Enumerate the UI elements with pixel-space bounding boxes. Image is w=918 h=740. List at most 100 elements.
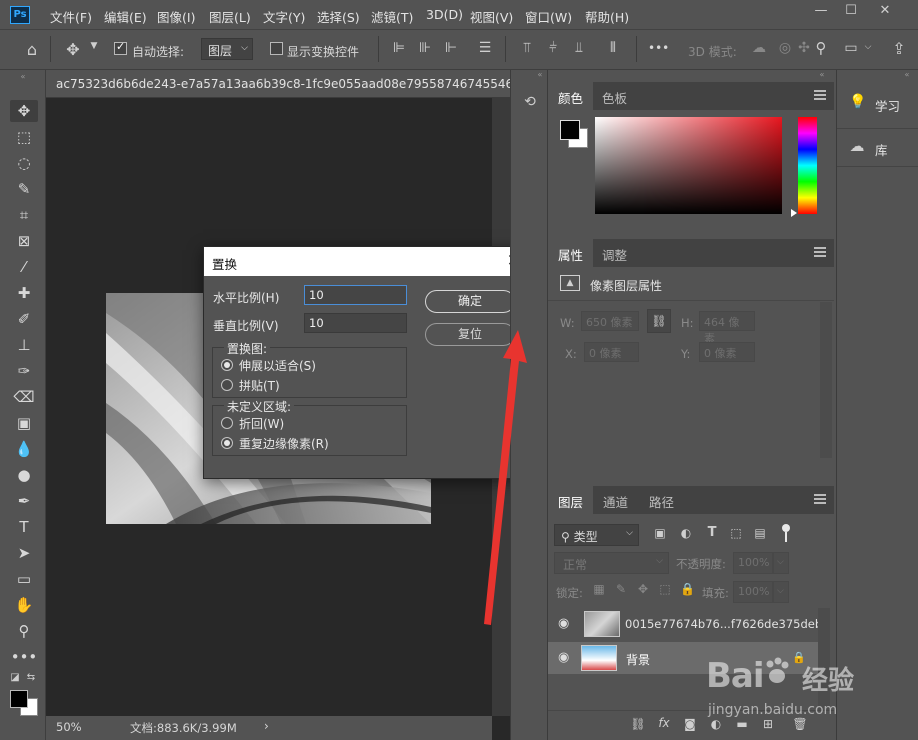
menu-help[interactable]: 帮助(H) [585,7,629,26]
foreground-color-swatch[interactable] [10,690,28,708]
distribute-vertical-icon[interactable]: ⦀ [604,40,622,56]
horizontal-scale-input[interactable]: 10 [304,285,407,305]
more-options-button[interactable]: ••• [648,41,669,55]
wrap-around-label[interactable]: 折回(W) [239,415,284,432]
hue-slider[interactable] [798,117,817,214]
hand-tool-icon[interactable]: ✋ [10,594,38,616]
tab-properties[interactable]: 属性 [548,239,594,267]
color-field[interactable] [595,117,782,214]
type-filter-icon[interactable]: T [704,525,720,540]
menu-3d[interactable]: 3D(D) [426,7,463,22]
align-center-icon[interactable]: ⊪ [416,40,434,56]
lock-all-icon[interactable]: 🔒 [680,582,695,596]
lock-artboard-icon[interactable]: ⬚ [658,582,672,596]
learn-panel-button[interactable]: 💡 学习 [837,88,918,118]
height-field[interactable]: 464 像素 [699,311,755,345]
panel-menu-icon[interactable] [814,90,826,100]
blend-mode-dropdown[interactable]: 正常 ⌵ [554,552,669,574]
x-field[interactable]: 0 像素 [584,342,639,362]
edit-toolbar-icon[interactable]: ••• [10,646,38,668]
hue-slider-handle-icon[interactable] [791,209,797,217]
healing-brush-tool-icon[interactable]: ✚ [10,282,38,304]
minimize-button[interactable]: — [808,2,834,22]
lock-pixels-icon[interactable]: ✎ [614,582,628,596]
eraser-tool-icon[interactable]: ⌫ [10,386,38,408]
move-tool-icon[interactable]: ✥ [10,100,38,122]
search-icon[interactable]: ⚲ [812,39,830,57]
smart-object-filter-icon[interactable]: ▤ [752,526,768,540]
history-brush-tool-icon[interactable]: ✑ [10,360,38,382]
tile-radio[interactable] [221,379,233,391]
align-right-icon[interactable]: ⊩ [442,40,460,56]
3d-orbit-icon[interactable]: ☁ [750,40,768,56]
swap-colors-icon[interactable]: ⇆ [24,672,38,683]
path-select-tool-icon[interactable]: ➤ [10,542,38,564]
menu-image[interactable]: 图像(I) [157,7,195,26]
stamp-tool-icon[interactable]: ⊥ [10,334,38,356]
eye-icon[interactable]: ◉ [558,616,569,631]
menu-file[interactable]: 文件(F) [50,7,92,26]
vertical-scale-input[interactable]: 10 [304,313,407,333]
align-top-icon[interactable]: ⫪ [518,40,536,56]
add-mask-icon[interactable]: ◙ [682,717,698,731]
pen-tool-icon[interactable]: ✒ [10,490,38,512]
shape-filter-icon[interactable]: ⬚ [728,526,744,540]
lock-transparent-icon[interactable]: ▦ [592,582,606,596]
pixel-filter-icon[interactable]: ▣ [652,526,668,540]
menu-select[interactable]: 选择(S) [317,7,360,26]
width-field[interactable]: 650 像素 [581,311,639,331]
menu-window[interactable]: 窗口(W) [525,7,572,26]
align-left-icon[interactable]: ⊫ [390,40,408,56]
properties-scrollbar[interactable] [820,302,832,458]
distribute-icon[interactable]: ☰ [476,40,494,56]
eyedropper-tool-icon[interactable]: ⁄ [10,256,38,278]
tab-color[interactable]: 颜色 [548,82,594,110]
default-colors-icon[interactable]: ◪ [8,672,22,683]
align-middle-icon[interactable]: ⫩ [544,40,562,56]
stretch-to-fit-label[interactable]: 伸展以适合(S) [239,357,316,374]
tab-channels[interactable]: 通道 [593,486,638,514]
dodge-tool-icon[interactable]: ● [10,464,38,486]
menu-view[interactable]: 视图(V) [470,7,513,26]
3d-roll-icon[interactable]: ◎ [776,40,794,56]
panel-menu-icon[interactable] [814,494,826,504]
home-icon[interactable]: ⌂ [22,40,42,59]
zoom-tool-icon[interactable]: ⚲ [10,620,38,642]
tab-paths[interactable]: 路径 [639,486,684,514]
wrap-around-radio[interactable] [221,417,233,429]
tile-label[interactable]: 拼贴(T) [239,377,280,394]
repeat-edge-pixels-label[interactable]: 重复边缘像素(R) [239,435,329,452]
rectangle-tool-icon[interactable]: ▭ [10,568,38,590]
tab-layers[interactable]: 图层 [548,486,594,514]
auto-select-dropdown[interactable]: 图层 ⌵ [201,38,253,60]
chevron-down-icon[interactable]: ⌵ [773,552,789,574]
libraries-panel-button[interactable]: ☁ 库 [837,132,918,162]
collapse-arrows-icon[interactable]: « [814,70,830,79]
layer-filter-dropdown[interactable]: ⚲ 类型 ⌵ [554,524,639,546]
menu-layer[interactable]: 图层(L) [209,7,251,26]
foreground-color-chip[interactable] [560,120,580,140]
menu-edit[interactable]: 编辑(E) [104,7,147,26]
chevron-down-icon[interactable]: ⌵ [862,42,874,52]
auto-select-checkbox[interactable] [114,40,127,55]
layer-name[interactable]: 0015e77674b76...f7626de375deb [625,617,822,631]
close-window-button[interactable]: ✕ [872,2,898,22]
collapse-arrows-icon[interactable]: « [533,70,547,79]
lock-position-icon[interactable]: ✥ [636,582,650,596]
3d-pan-icon[interactable]: ✣ [797,40,811,56]
menu-type[interactable]: 文字(Y) [263,7,305,26]
status-menu-arrow-icon[interactable]: › [264,719,269,733]
share-icon[interactable]: ⇪ [890,39,908,58]
adjustment-filter-icon[interactable]: ◐ [678,526,694,540]
layer-name[interactable]: 背景 [626,651,650,668]
frame-tool-icon[interactable]: ⊠ [10,230,38,252]
align-bottom-icon[interactable]: ⫫ [570,40,588,56]
crop-tool-icon[interactable]: ⌗ [10,204,38,226]
collapse-arrows-icon[interactable]: « [899,70,915,79]
maximize-button[interactable]: ☐ [838,2,864,22]
lasso-tool-icon[interactable]: ◌ [10,152,38,174]
link-layers-icon[interactable]: ⛓ [630,717,646,731]
show-transform-checkbox[interactable] [270,42,283,55]
type-tool-icon[interactable]: T [10,516,38,538]
tab-adjustments[interactable]: 调整 [592,239,637,267]
